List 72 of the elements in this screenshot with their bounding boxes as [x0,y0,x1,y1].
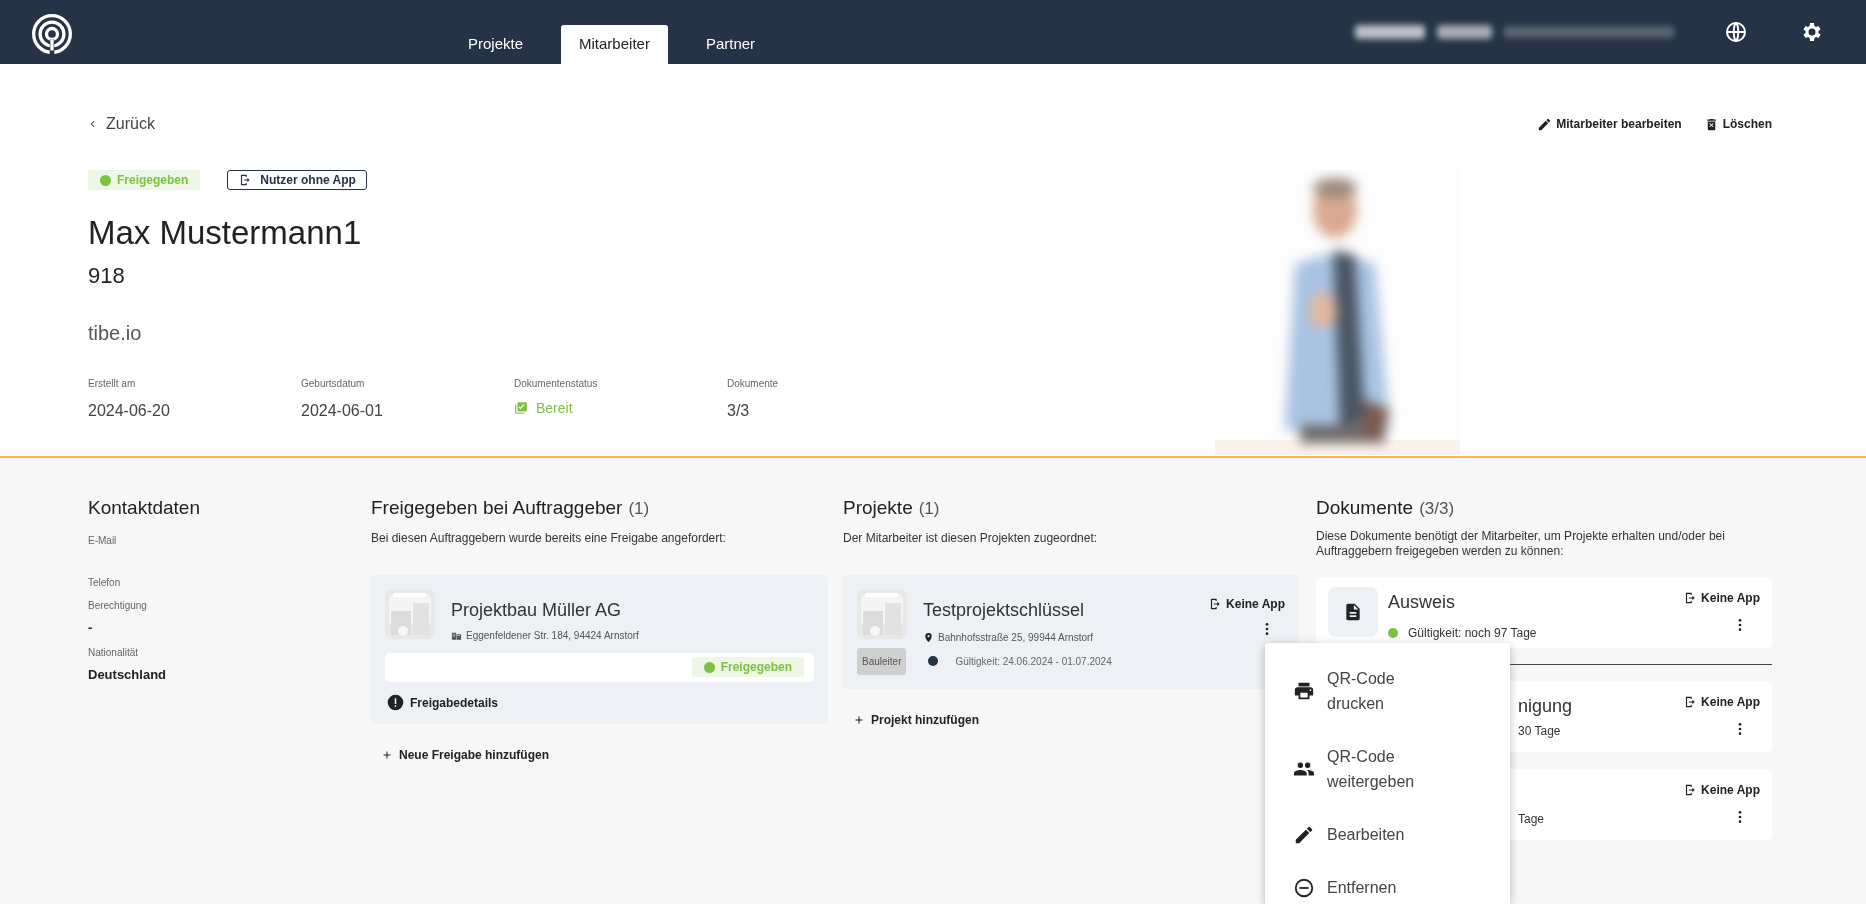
logo-icon [30,11,74,56]
meta-label: Dokumente [727,377,780,391]
field-label: Nationalität [88,646,140,660]
meta-value: 2024-06-20 [88,401,171,417]
role-tag: Bauleiter [857,647,907,675]
section-count: (1) [628,498,650,520]
minus-circle-icon [1293,876,1315,899]
app-badge: Nutzer ohne App [227,170,367,190]
details-button[interactable]: Freigabedetails [387,693,499,712]
meta-label: Geburtsdatum [301,377,366,391]
section-count: (1) [918,498,940,520]
meta-value: 3/3 [727,401,751,417]
field-label: Telefon [88,575,122,590]
meta-label: Erstellt am [88,377,137,391]
chevron-icon [88,119,98,129]
alert-icon [387,694,404,711]
section-description: Der Mitarbeiter ist diesen Projekten zugeordnet: [843,529,1099,547]
pin-icon [923,631,934,643]
back-link[interactable]: Zurück [88,112,155,136]
menu-label: Bearbeiten [1327,825,1406,845]
project-address: Bahnhofsstraße 25, 99944 Arnstorf [938,630,1094,645]
document-title: nigung [1518,694,1574,717]
nav-tab[interactable]: Mitarbeiter [561,25,668,64]
client-name: Projektbau Müller AG [451,598,623,622]
section-description: Diese Dokumente benötigt der Mitarbeiter, um Projekte erhalten und/oder bei Auftraggebern freigegeben werden zu können: [1316,528,1726,559]
section-description: Bei diesen Auftraggebern wurde bereits eine Freigabe angefordert: [371,529,727,547]
field-label: E-Mail [88,533,118,548]
meta-label: Dokumentenstatus [514,377,599,391]
nav-tab[interactable]: Partner [687,25,774,64]
action-button[interactable]: Mitarbeiter bearbeiten [1537,115,1682,133]
add-button[interactable]: Projekt hinzufügen [853,710,979,729]
validity-text: 30 Tage [1518,722,1562,740]
menu-item[interactable]: Entfernen [1265,861,1510,904]
company-name: tibe.io [88,321,143,346]
menu-item[interactable]: Bearbeiten [1265,808,1510,861]
validity-text: Gültigkeit: noch 97 Tage [1408,624,1537,642]
status-badge: Freigegeben [691,657,804,677]
status-text: Bereit [536,398,573,418]
employee-number: 918 [88,262,126,290]
client-address: Eggenfeldener Str. 184, 94424 Arnstorf [466,628,639,643]
document-icon [1343,601,1363,622]
printer-icon [1293,680,1315,702]
menu-item[interactable]: QR-Code drucken [1265,652,1510,730]
app-button[interactable]: Keine App [1683,780,1760,799]
status-badge: Freigegeben [88,170,201,190]
edit-icon [1537,116,1553,132]
add-button[interactable]: Neue Freigabe hinzufügen [381,745,549,764]
action-button[interactable]: Löschen [1703,115,1772,133]
meta-value: 2024-06-01 [301,401,384,417]
section-title: Dokumente [1316,496,1414,520]
menu-label: QR-Code weitergeben [1327,747,1416,792]
validity-text: Tage [1518,810,1546,828]
nav-tab[interactable]: Projekte [450,25,542,64]
menu-label: QR-Code drucken [1327,669,1396,714]
field-value: Deutschland [88,666,167,684]
field-value: - [88,618,94,637]
employee-name: Max Mustermann1 [88,213,363,253]
field-label: Berechtigung [88,598,148,613]
globe-icon[interactable] [1724,20,1748,44]
section-title: Kontaktdaten [88,496,201,520]
app-button[interactable]: Keine App [1683,588,1760,607]
validity-text: Gültigkeit: 24.06.2024 - 01.07.2024 [955,654,1112,669]
section-title: Projekte [843,496,913,520]
project-name: Testprojektschlüssel [923,598,1086,622]
document-title: Ausweis [1388,590,1457,614]
app-button[interactable]: Keine App [1683,692,1760,711]
section-count: (3/3) [1419,498,1455,520]
section-title: Freigegeben bei Auftraggeber [371,496,623,520]
menu-label: Entfernen [1327,878,1398,898]
app-button[interactable]: Keine App [1208,594,1285,613]
menu-item[interactable]: QR-Code weitergeben [1265,730,1510,808]
document-check-icon [514,401,528,415]
